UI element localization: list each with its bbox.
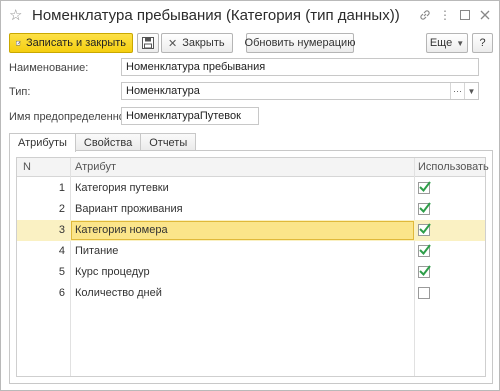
link-icon[interactable] <box>417 7 433 23</box>
command-bar: Записать и закрыть ✕ Закрыть Обновить ну… <box>9 33 493 53</box>
window-title: Номенклатура пребывания (Категория (тип … <box>32 7 400 24</box>
attributes-panel: N Атрибут Использовать 1 Категория путевк… <box>9 150 493 384</box>
tab-reports[interactable]: Отчеты <box>140 133 197 151</box>
column-header-n[interactable]: N <box>23 161 31 173</box>
attribute-name: Питание <box>75 245 119 257</box>
more-label: Еще <box>429 37 453 49</box>
close-x-icon: ✕ <box>168 37 178 50</box>
window-controls: ⋮ <box>417 7 493 23</box>
row-number: 1 <box>58 182 65 194</box>
close-icon[interactable] <box>477 7 493 23</box>
pencil-icon <box>16 40 21 46</box>
checkmark-icon <box>419 223 431 235</box>
close-label: Закрыть <box>182 37 225 49</box>
tab-bar: Атрибуты Свойства Отчеты <box>9 133 197 152</box>
type-field[interactable]: Номенклатура ⋯ ▼ <box>121 82 479 100</box>
checkmark-icon <box>419 244 431 256</box>
form-window: ☆ Номенклатура пребывания (Категория (ти… <box>0 0 500 391</box>
attribute-name: Курс процедур <box>75 266 150 278</box>
row-number: 5 <box>58 266 65 278</box>
use-checkbox[interactable] <box>418 244 431 257</box>
column-header-use[interactable]: Использовать <box>418 161 489 173</box>
table-row[interactable]: 4 Питание <box>17 241 485 262</box>
type-label: Тип: <box>9 86 31 98</box>
table-row[interactable]: 3 Категория номера <box>17 220 485 241</box>
tab-properties[interactable]: Свойства <box>74 133 142 151</box>
row-number: 4 <box>58 245 65 257</box>
attribute-name: Вариант проживания <box>75 203 183 215</box>
save-button[interactable] <box>137 33 159 53</box>
title-bar: ☆ Номенклатура пребывания (Категория (ти… <box>1 1 499 31</box>
use-checkbox[interactable] <box>418 287 430 299</box>
help-button[interactable]: ? <box>472 33 493 53</box>
use-checkbox[interactable] <box>418 202 431 215</box>
use-checkbox[interactable] <box>418 223 431 236</box>
use-checkbox[interactable] <box>418 181 431 194</box>
column-header-attribute[interactable]: Атрибут <box>75 161 116 173</box>
help-label: ? <box>479 37 486 49</box>
chevron-down-icon: ▼ <box>456 38 465 48</box>
close-button[interactable]: ✕ Закрыть <box>161 33 233 53</box>
predefined-name-field[interactable]: НоменклатураПутевок <box>121 107 259 125</box>
save-and-close-label: Записать и закрыть <box>25 37 126 49</box>
more-icon[interactable]: ⋮ <box>437 7 453 23</box>
maximize-icon[interactable] <box>457 7 473 23</box>
row-number: 2 <box>58 203 65 215</box>
row-number: 3 <box>58 224 65 236</box>
name-label: Наименование: <box>9 62 89 74</box>
predefined-name-label: Имя предопределенного: <box>9 111 138 123</box>
chevron-down-icon[interactable]: ▼ <box>464 83 478 99</box>
attributes-table[interactable]: N Атрибут Использовать 1 Категория путевк… <box>16 157 489 377</box>
tab-attributes[interactable]: Атрибуты <box>9 133 76 152</box>
floppy-disk-icon <box>142 37 154 49</box>
checkmark-icon <box>419 265 431 277</box>
table-row[interactable]: 5 Курс процедур <box>17 262 485 283</box>
attribute-name: Категория номера <box>75 224 168 236</box>
table-row[interactable]: 2 Вариант проживания <box>17 199 485 220</box>
table-row[interactable]: 1 Категория путевки <box>17 178 485 199</box>
save-and-close-button[interactable]: Записать и закрыть <box>9 33 133 53</box>
type-value: Номенклатура <box>126 85 200 97</box>
checkmark-icon <box>419 202 431 214</box>
name-field[interactable]: Номенклатура пребывания <box>121 58 479 76</box>
more-menu-button[interactable]: Еще ▼ <box>426 33 468 53</box>
use-checkbox[interactable] <box>418 265 431 278</box>
row-number: 6 <box>58 287 65 299</box>
checkmark-icon <box>419 181 431 193</box>
attribute-name: Количество дней <box>75 287 162 299</box>
update-numbering-label: Обновить нумерацию <box>244 37 356 49</box>
attribute-name: Категория путевки <box>75 182 169 194</box>
table-row[interactable]: 6 Количество дней <box>17 283 485 304</box>
favorite-star-icon[interactable]: ☆ <box>9 6 22 24</box>
update-numbering-button[interactable]: Обновить нумерацию <box>244 33 356 53</box>
more-icon[interactable]: ⋯ <box>450 83 464 99</box>
